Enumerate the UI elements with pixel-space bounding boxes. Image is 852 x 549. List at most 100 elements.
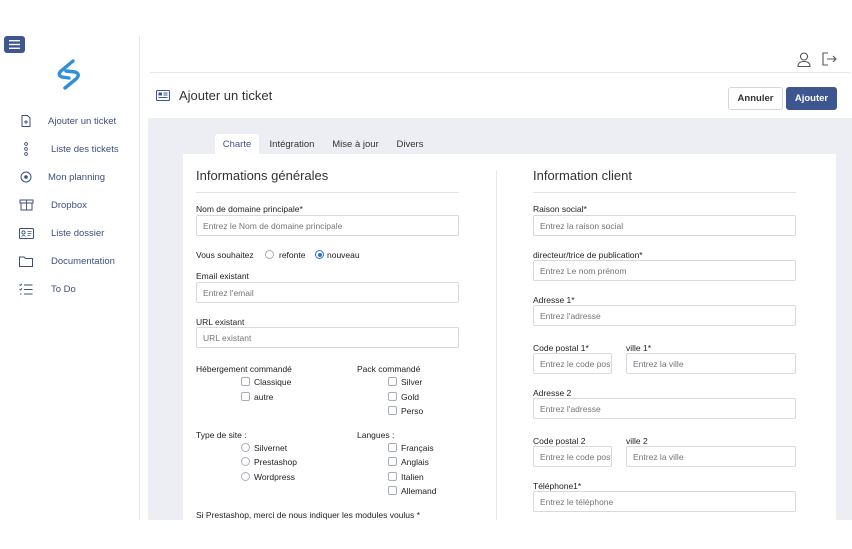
page-title: Ajouter un ticket bbox=[179, 88, 273, 103]
page-header: Ajouter un ticket bbox=[156, 88, 272, 103]
header-divider bbox=[150, 72, 850, 73]
sidebar-divider bbox=[139, 36, 140, 520]
tab-mise-a-jour[interactable]: Mise à jour bbox=[328, 134, 383, 155]
file-plus-icon bbox=[18, 114, 34, 128]
checkbox-allemand[interactable] bbox=[388, 486, 397, 495]
sidebar-item-label: Dropbox bbox=[51, 199, 87, 211]
languages-label: Langues : bbox=[357, 430, 395, 440]
address2-label: Adresse 2 bbox=[533, 388, 572, 398]
checkbox-perso[interactable] bbox=[388, 406, 397, 415]
user-icon[interactable] bbox=[797, 52, 811, 67]
address1-input[interactable] bbox=[533, 305, 796, 326]
city1-label: ville 1* bbox=[626, 343, 652, 353]
radio-refonte[interactable] bbox=[265, 250, 274, 259]
checkbox-gold[interactable] bbox=[388, 392, 397, 401]
checkbox-anglais[interactable] bbox=[388, 457, 397, 466]
general-section-title: Informations générales bbox=[196, 168, 329, 183]
url-input[interactable] bbox=[196, 327, 459, 348]
list-dots-icon bbox=[18, 142, 34, 156]
checkbox-italien[interactable] bbox=[388, 472, 397, 481]
radio-refonte-label: refonte bbox=[279, 250, 306, 260]
hosting-label: Hébergement commandé bbox=[196, 364, 292, 374]
zip1-label: Code postal 1* bbox=[533, 343, 589, 353]
checkbox-francais-label: Français bbox=[401, 443, 434, 453]
radio-nouveau-label: nouveau bbox=[327, 250, 360, 260]
menu-toggle-button[interactable] bbox=[4, 36, 25, 53]
email-label: Email existant bbox=[196, 271, 249, 281]
checkbox-classique[interactable] bbox=[241, 377, 250, 386]
radio-prestashop-label: Prestashop bbox=[254, 457, 297, 467]
checkbox-perso-label: Perso bbox=[401, 406, 424, 416]
company-input[interactable] bbox=[533, 215, 796, 236]
sidebar-item-label: Mon planning bbox=[48, 171, 106, 183]
hamburger-icon bbox=[9, 40, 20, 49]
address2-input[interactable] bbox=[533, 398, 796, 419]
domain-input[interactable] bbox=[196, 215, 459, 236]
sidebar-item-planning[interactable]: Mon planning bbox=[18, 167, 105, 187]
folder-icon bbox=[18, 254, 34, 268]
add-button[interactable]: Ajouter bbox=[786, 87, 837, 110]
sidebar-item-add-ticket[interactable]: Ajouter un ticket bbox=[18, 111, 116, 131]
domain-label: Nom de domaine principale* bbox=[196, 204, 303, 214]
city1-input[interactable] bbox=[626, 353, 796, 374]
checkbox-anglais-label: Anglais bbox=[401, 457, 429, 467]
prestashop-modules-note: Si Prestashop, merci de nous indiquer le… bbox=[196, 510, 420, 520]
radio-silvernet[interactable] bbox=[241, 443, 250, 452]
wish-label: Vous souhaitez bbox=[196, 250, 254, 260]
site-type-label: Type de site : bbox=[196, 430, 247, 440]
director-label: directeur/trice de publication* bbox=[533, 250, 643, 260]
section-divider bbox=[533, 192, 796, 193]
checkbox-italien-label: Italien bbox=[401, 472, 424, 482]
sidebar-item-documentation[interactable]: Documentation bbox=[18, 251, 115, 271]
checkbox-autre-label: autre bbox=[254, 392, 274, 402]
column-divider bbox=[496, 170, 497, 520]
radio-wordpress[interactable] bbox=[241, 472, 250, 481]
checklist-icon bbox=[18, 282, 34, 296]
radio-wordpress-label: Wordpress bbox=[254, 472, 295, 482]
cancel-button[interactable]: Annuler bbox=[728, 87, 783, 110]
sidebar-item-label: Liste dossier bbox=[51, 227, 105, 239]
checkbox-autre[interactable] bbox=[241, 392, 250, 401]
section-divider bbox=[196, 192, 459, 193]
tab-divers[interactable]: Divers bbox=[392, 134, 428, 155]
zip2-input[interactable] bbox=[533, 446, 612, 467]
client-section-title: Information client bbox=[533, 168, 632, 183]
box-icon bbox=[18, 198, 34, 212]
zip1-input[interactable] bbox=[533, 353, 612, 374]
sidebar-item-label: Documentation bbox=[51, 255, 115, 267]
email-input[interactable] bbox=[196, 282, 459, 303]
url-label: URL existant bbox=[196, 317, 245, 327]
city2-label: ville 2 bbox=[626, 436, 648, 446]
ticket-icon bbox=[156, 90, 170, 101]
logout-icon[interactable] bbox=[822, 52, 837, 66]
radio-nouveau[interactable] bbox=[315, 250, 324, 259]
radio-prestashop[interactable] bbox=[241, 457, 250, 466]
sidebar-item-label: To Do bbox=[51, 283, 76, 295]
checkbox-francais[interactable] bbox=[388, 443, 397, 452]
sidebar-item-ticket-list[interactable]: Liste des tickets bbox=[18, 139, 119, 159]
sidebar-item-dropbox[interactable]: Dropbox bbox=[18, 195, 87, 215]
sidebar-item-folder-list[interactable]: Liste dossier bbox=[18, 223, 104, 243]
pack-label: Pack commandé bbox=[357, 364, 421, 374]
phone-input[interactable] bbox=[533, 491, 796, 512]
city2-input[interactable] bbox=[626, 446, 796, 467]
tab-integration[interactable]: Intégration bbox=[265, 134, 319, 155]
director-input[interactable] bbox=[533, 260, 796, 281]
radio-silvernet-label: Silvernet bbox=[254, 443, 288, 453]
sidebar-item-label: Ajouter un ticket bbox=[48, 115, 117, 127]
sidebar-item-todo[interactable]: To Do bbox=[18, 279, 76, 299]
sidebar-item-label: Liste des tickets bbox=[51, 143, 119, 155]
address1-label: Adresse 1* bbox=[533, 295, 575, 305]
app-logo[interactable] bbox=[53, 58, 85, 92]
checkbox-silver[interactable] bbox=[388, 377, 397, 386]
phone-label: Téléphone1* bbox=[533, 481, 582, 491]
checkbox-gold-label: Gold bbox=[401, 392, 419, 402]
id-card-icon bbox=[18, 226, 34, 240]
checkbox-classique-label: Classique bbox=[254, 377, 292, 387]
checkbox-silver-label: Silver bbox=[401, 377, 423, 387]
logo-icon bbox=[57, 59, 80, 90]
target-icon bbox=[18, 170, 34, 184]
zip2-label: Code postal 2 bbox=[533, 436, 586, 446]
company-label: Raison social* bbox=[533, 204, 587, 214]
tab-charte[interactable]: Charte bbox=[215, 134, 259, 155]
